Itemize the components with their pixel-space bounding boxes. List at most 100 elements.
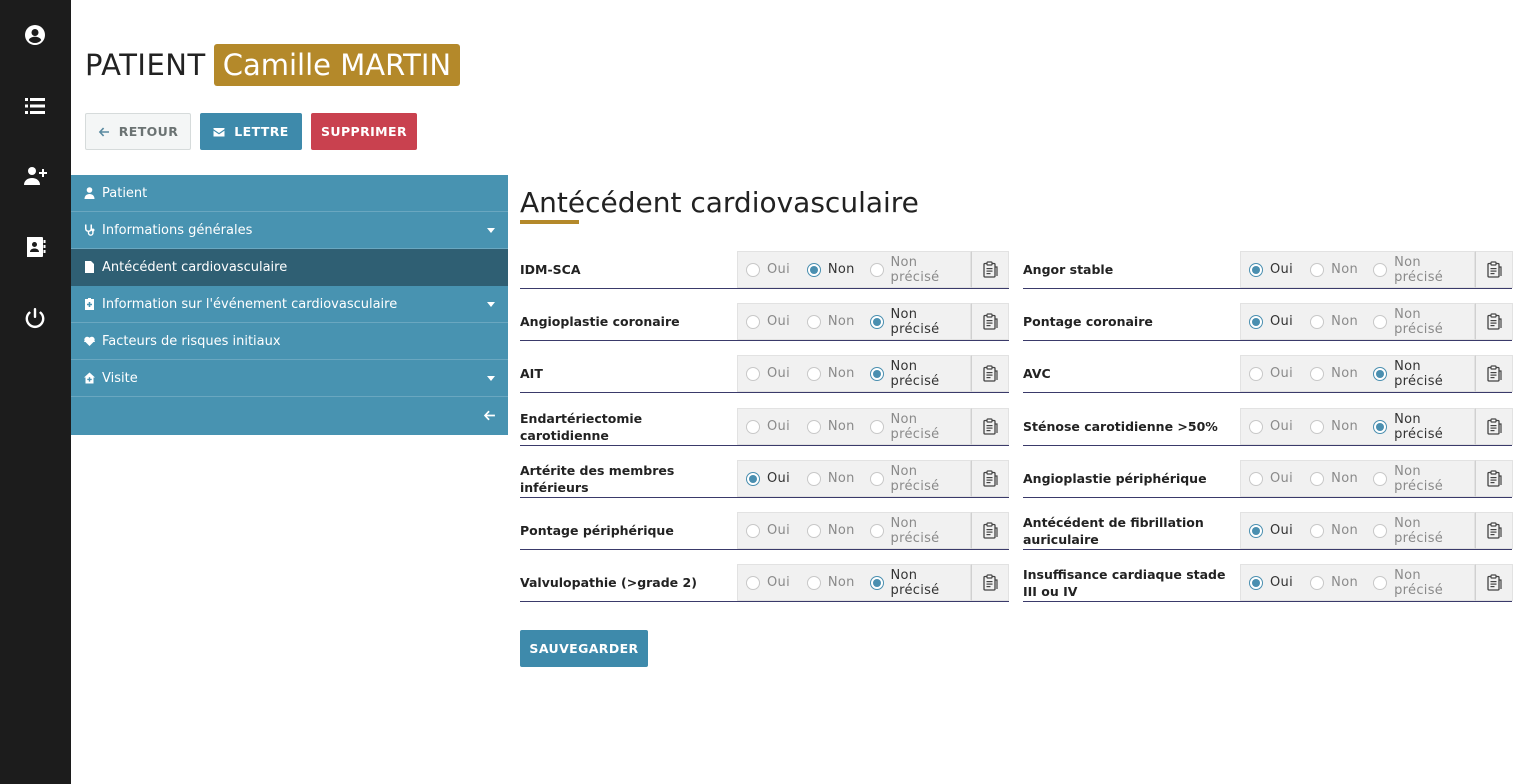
radio-unspecified[interactable]: Non précisé	[1373, 307, 1474, 337]
radio-yes[interactable]: Oui	[746, 419, 799, 434]
radio-circle[interactable]	[746, 575, 760, 590]
radio-no[interactable]: Non	[1310, 575, 1365, 590]
radio-no[interactable]: Non	[806, 366, 862, 381]
radio-yes[interactable]: Oui	[746, 314, 799, 329]
radio-circle[interactable]	[1249, 419, 1263, 434]
radio-unspecified[interactable]: Non précisé	[1373, 516, 1474, 546]
delete-button[interactable]: SUPPRIMER	[311, 113, 417, 150]
save-button[interactable]: SAUVEGARDER	[520, 630, 648, 667]
radio-unspecified[interactable]: Non précisé	[1373, 412, 1474, 442]
radio-circle[interactable]	[806, 575, 821, 590]
clipboard-button[interactable]	[1475, 512, 1513, 549]
radio-yes[interactable]: Oui	[1249, 523, 1302, 538]
radio-unspecified[interactable]: Non précisé	[869, 359, 970, 389]
radio-circle[interactable]	[1373, 575, 1388, 590]
radio-circle[interactable]	[1373, 314, 1388, 329]
radio-circle[interactable]	[1310, 419, 1325, 434]
back-button[interactable]: RETOUR	[85, 113, 191, 150]
radio-yes[interactable]: Oui	[1249, 366, 1302, 381]
radio-circle[interactable]	[746, 262, 760, 277]
radio-circle[interactable]	[806, 419, 821, 434]
nav-item-facteurs-risques[interactable]: Facteurs de risques initiaux	[71, 323, 508, 360]
radio-yes[interactable]: Oui	[746, 523, 799, 538]
radio-circle[interactable]	[746, 314, 760, 329]
radio-circle[interactable]	[746, 523, 760, 538]
radio-circle[interactable]	[1373, 419, 1388, 434]
clipboard-button[interactable]	[971, 564, 1009, 601]
clipboard-button[interactable]	[971, 408, 1009, 445]
radio-unspecified[interactable]: Non précisé	[869, 255, 970, 285]
radio-circle[interactable]	[1310, 523, 1325, 538]
radio-circle[interactable]	[806, 262, 821, 277]
nav-item-visite[interactable]: Visite	[71, 360, 508, 397]
radio-circle[interactable]	[1249, 575, 1263, 590]
radio-unspecified[interactable]: Non précisé	[869, 464, 970, 494]
radio-yes[interactable]: Oui	[746, 262, 799, 277]
radio-circle[interactable]	[1310, 262, 1325, 277]
radio-no[interactable]: Non	[806, 314, 862, 329]
radio-circle[interactable]	[746, 419, 760, 434]
radio-no[interactable]: Non	[1310, 471, 1365, 486]
clipboard-button[interactable]	[971, 251, 1009, 288]
nav-item-patient[interactable]: Patient	[71, 175, 508, 212]
clipboard-button[interactable]	[1475, 460, 1513, 497]
radio-no[interactable]: Non	[806, 523, 862, 538]
radio-circle[interactable]	[869, 314, 884, 329]
radio-circle[interactable]	[746, 471, 760, 486]
clipboard-button[interactable]	[971, 355, 1009, 392]
radio-circle[interactable]	[1249, 523, 1263, 538]
radio-yes[interactable]: Oui	[1249, 575, 1302, 590]
radio-circle[interactable]	[869, 262, 884, 277]
radio-unspecified[interactable]: Non précisé	[869, 307, 970, 337]
radio-circle[interactable]	[1249, 471, 1263, 486]
radio-circle[interactable]	[1373, 471, 1388, 486]
account-icon[interactable]	[22, 22, 48, 48]
radio-circle[interactable]	[1373, 366, 1388, 381]
contacts-icon[interactable]	[22, 234, 48, 260]
radio-yes[interactable]: Oui	[746, 366, 799, 381]
radio-no[interactable]: Non	[806, 262, 862, 277]
radio-yes[interactable]: Oui	[1249, 314, 1302, 329]
radio-circle[interactable]	[1373, 262, 1388, 277]
clipboard-button[interactable]	[1475, 564, 1513, 601]
radio-no[interactable]: Non	[1310, 366, 1365, 381]
radio-circle[interactable]	[869, 366, 884, 381]
radio-no[interactable]: Non	[806, 471, 862, 486]
radio-unspecified[interactable]: Non précisé	[1373, 464, 1474, 494]
radio-circle[interactable]	[806, 523, 821, 538]
radio-unspecified[interactable]: Non précisé	[1373, 255, 1474, 285]
radio-circle[interactable]	[869, 419, 884, 434]
radio-circle[interactable]	[869, 471, 884, 486]
radio-yes[interactable]: Oui	[746, 471, 799, 486]
radio-yes[interactable]: Oui	[1249, 471, 1302, 486]
nav-item-informations-generales[interactable]: Informations générales	[71, 212, 508, 249]
radio-circle[interactable]	[1249, 366, 1263, 381]
power-icon[interactable]	[22, 305, 48, 331]
radio-no[interactable]: Non	[806, 575, 862, 590]
radio-circle[interactable]	[806, 471, 821, 486]
list-icon[interactable]	[22, 93, 48, 119]
radio-circle[interactable]	[1310, 314, 1325, 329]
radio-no[interactable]: Non	[1310, 314, 1365, 329]
radio-circle[interactable]	[1249, 262, 1263, 277]
radio-circle[interactable]	[1310, 575, 1325, 590]
radio-no[interactable]: Non	[1310, 419, 1365, 434]
clipboard-button[interactable]	[971, 303, 1009, 340]
radio-yes[interactable]: Oui	[1249, 419, 1302, 434]
radio-unspecified[interactable]: Non précisé	[1373, 359, 1474, 389]
add-user-icon[interactable]	[22, 163, 48, 189]
clipboard-button[interactable]	[971, 512, 1009, 549]
radio-no[interactable]: Non	[806, 419, 862, 434]
clipboard-button[interactable]	[1475, 355, 1513, 392]
clipboard-button[interactable]	[1475, 303, 1513, 340]
radio-circle[interactable]	[1310, 471, 1325, 486]
letter-button[interactable]: LETTRE	[200, 113, 302, 150]
radio-unspecified[interactable]: Non précisé	[1373, 568, 1474, 598]
radio-circle[interactable]	[806, 366, 821, 381]
radio-circle[interactable]	[806, 314, 821, 329]
radio-circle[interactable]	[1310, 366, 1325, 381]
radio-no[interactable]: Non	[1310, 523, 1365, 538]
collapse-nav-button[interactable]	[71, 397, 508, 434]
radio-yes[interactable]: Oui	[746, 575, 799, 590]
radio-circle[interactable]	[1249, 314, 1263, 329]
